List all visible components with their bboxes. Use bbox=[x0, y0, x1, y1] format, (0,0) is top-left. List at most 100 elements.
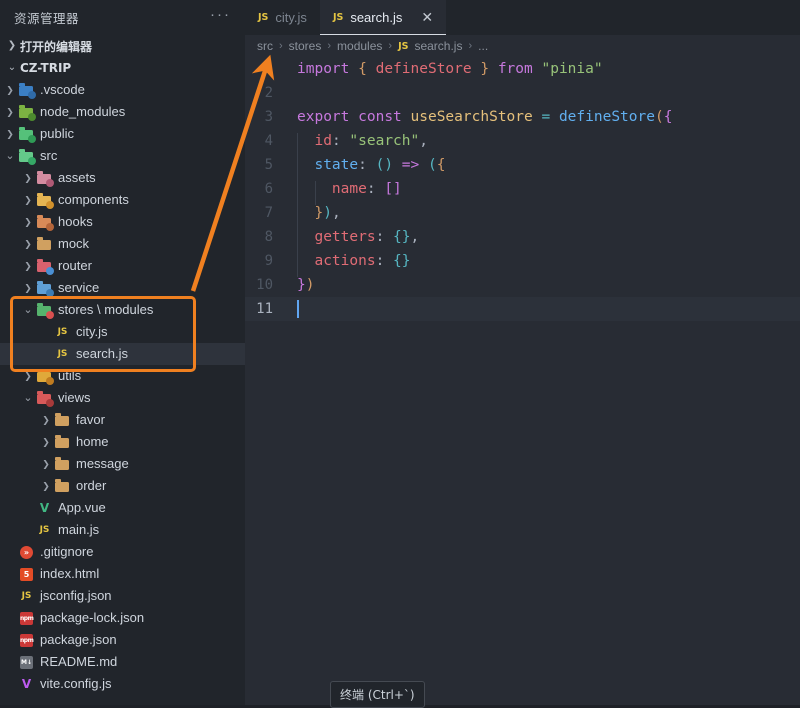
tree-item-label: search.js bbox=[76, 346, 129, 361]
breadcrumb-segment[interactable]: ... bbox=[478, 39, 488, 53]
chevron-right-icon[interactable]: ❯ bbox=[20, 167, 36, 189]
chevron-right-icon[interactable]: ❯ bbox=[20, 365, 36, 387]
folder-stores-icon bbox=[36, 303, 54, 319]
breadcrumb-segment[interactable]: search.js bbox=[414, 39, 462, 53]
breadcrumb-segment[interactable]: src bbox=[257, 39, 273, 53]
code-token: } bbox=[480, 61, 490, 77]
tree-item[interactable]: ❯ service bbox=[0, 277, 245, 299]
tree-item[interactable]: » .gitignore bbox=[0, 541, 245, 563]
chevron-right-icon[interactable]: ❯ bbox=[20, 189, 36, 211]
tree-item[interactable]: ❯ public bbox=[0, 123, 245, 145]
editor-tab[interactable]: JS city.js bbox=[245, 0, 320, 35]
chevron-right-icon[interactable]: ❯ bbox=[20, 211, 36, 233]
code-line-text: name: [] bbox=[287, 181, 402, 205]
code-token: ] bbox=[393, 181, 402, 197]
code-line[interactable]: 1 import { defineStore } from "pinia" bbox=[245, 57, 800, 81]
chevron-right-icon[interactable]: ❯ bbox=[20, 255, 36, 277]
code-line[interactable]: 5 state: () => ({ bbox=[245, 153, 800, 181]
chevron-down-icon[interactable]: ⌄ bbox=[20, 387, 36, 409]
breadcrumb-segment[interactable]: modules bbox=[337, 39, 382, 53]
code-token: "pinia" bbox=[541, 61, 603, 77]
folder-plain-icon bbox=[54, 435, 71, 450]
breadcrumb-separator-icon: › bbox=[468, 40, 473, 52]
tree-item[interactable]: V App.vue bbox=[0, 497, 245, 519]
js-file-icon: JS bbox=[39, 524, 50, 535]
tree-item[interactable]: ❯ node_modules bbox=[0, 101, 245, 123]
folder-assets-icon bbox=[36, 171, 54, 187]
breadcrumb[interactable]: src › stores › modules › JS search.js ›... bbox=[245, 35, 800, 57]
tree-item[interactable]: ❯ hooks bbox=[0, 211, 245, 233]
editor-tab[interactable]: JS search.js ✕ bbox=[319, 0, 447, 35]
open-editors-label: 打开的编辑器 bbox=[20, 39, 93, 54]
tree-item-label: router bbox=[58, 258, 92, 273]
tree-item-label: mock bbox=[58, 236, 90, 251]
tree-item[interactable]: ❯ .vscode bbox=[0, 79, 245, 101]
tree-item[interactable]: JS city.js bbox=[0, 321, 245, 343]
tree-item[interactable]: ⌄ src bbox=[0, 145, 245, 167]
code-token: ) bbox=[305, 277, 315, 293]
line-number: 5 bbox=[264, 157, 273, 173]
code-line[interactable]: 10}) bbox=[245, 273, 800, 297]
tree-item[interactable]: ❯ order bbox=[0, 475, 245, 497]
tree-item[interactable]: JS main.js bbox=[0, 519, 245, 541]
code-token: "search" bbox=[349, 133, 420, 149]
editor-tab-label: city.js bbox=[275, 10, 307, 25]
line-number: 10 bbox=[256, 277, 273, 293]
chevron-right-icon[interactable]: ❯ bbox=[20, 233, 36, 255]
tree-item[interactable]: ❯ favor bbox=[0, 409, 245, 431]
tree-item[interactable]: ❯ utils bbox=[0, 365, 245, 387]
chevron-right-icon[interactable]: ❯ bbox=[38, 453, 54, 475]
chevron-right-icon[interactable]: ❯ bbox=[38, 409, 54, 431]
tree-item[interactable]: ⌄ views bbox=[0, 387, 245, 409]
chevron-down-icon[interactable]: ⌄ bbox=[2, 145, 18, 167]
open-editors-section[interactable]: ❯ 打开的编辑器 bbox=[0, 35, 245, 57]
tree-item[interactable]: 5 index.html bbox=[0, 563, 245, 585]
code-line[interactable]: 11 bbox=[245, 297, 800, 321]
close-icon[interactable]: ✕ bbox=[421, 10, 433, 24]
code-token: defineStore bbox=[375, 61, 472, 77]
code-line[interactable]: 6 name: [] bbox=[245, 177, 800, 205]
chevron-right-icon[interactable]: ❯ bbox=[38, 475, 54, 497]
tree-item[interactable]: ❯ home bbox=[0, 431, 245, 453]
tree-item[interactable]: M↓ README.md bbox=[0, 651, 245, 673]
tree-item[interactable]: ❯ message bbox=[0, 453, 245, 475]
code-line[interactable]: 8 getters: {}, bbox=[245, 225, 800, 253]
code-token: } bbox=[297, 277, 306, 293]
code-line[interactable]: 9 actions: {} bbox=[245, 249, 800, 277]
code-line[interactable]: 3 export const useSearchStore = defineSto… bbox=[245, 105, 800, 129]
code-token: , bbox=[419, 133, 428, 149]
tree-item[interactable]: JS search.js bbox=[0, 343, 245, 365]
tree-item[interactable]: npm package-lock.json bbox=[0, 607, 245, 629]
chevron-right-icon[interactable]: ❯ bbox=[38, 431, 54, 453]
tree-item[interactable]: npm package.json bbox=[0, 629, 245, 651]
breadcrumb-segment[interactable]: stores bbox=[289, 39, 322, 53]
chevron-right-icon[interactable]: ❯ bbox=[2, 123, 18, 145]
code-line[interactable]: 7 }), bbox=[245, 201, 800, 229]
tree-item[interactable]: ❯ components bbox=[0, 189, 245, 211]
chevron-right-icon[interactable]: ❯ bbox=[2, 79, 18, 101]
js-file-icon: JS bbox=[57, 326, 68, 337]
code-line[interactable]: 2 bbox=[245, 81, 800, 105]
more-actions-icon[interactable]: ··· bbox=[210, 7, 231, 25]
code-token: useSearchStore bbox=[410, 109, 533, 125]
tree-item[interactable]: ⌄ stores \ modules bbox=[0, 299, 245, 321]
chevron-right-icon[interactable]: ❯ bbox=[20, 277, 36, 299]
chevron-down-icon[interactable]: ⌄ bbox=[20, 299, 36, 321]
code-line[interactable]: 4 id: "search", bbox=[245, 129, 800, 157]
code-token: id bbox=[314, 133, 332, 149]
code-editor[interactable]: 1 import { defineStore } from "pinia" 2 3 ex… bbox=[245, 57, 800, 705]
tree-item-label: components bbox=[58, 192, 129, 207]
tree-item[interactable]: ❯ assets bbox=[0, 167, 245, 189]
tree-item[interactable]: JS jsconfig.json bbox=[0, 585, 245, 607]
code-line-text: getters: {}, bbox=[287, 229, 419, 253]
tree-item[interactable]: ❯ router bbox=[0, 255, 245, 277]
folder-service-icon bbox=[36, 281, 54, 297]
project-root-section[interactable]: ⌄ CZ-TRIP bbox=[0, 57, 245, 79]
code-token: : bbox=[331, 133, 341, 149]
tree-item[interactable]: Vvite.config.js bbox=[0, 673, 245, 695]
chevron-right-icon[interactable]: ❯ bbox=[2, 101, 18, 123]
tree-item[interactable]: ❯ mock bbox=[0, 233, 245, 255]
